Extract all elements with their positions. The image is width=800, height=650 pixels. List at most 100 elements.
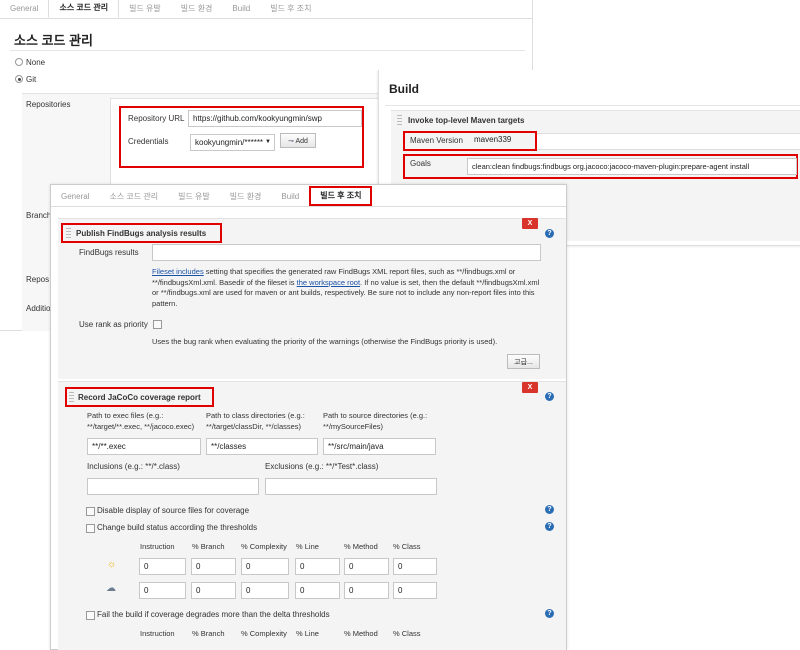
delta-header-class: % Class (393, 629, 421, 638)
exclusions-input[interactable] (265, 478, 437, 495)
delete-jacoco-button[interactable]: X (522, 382, 538, 393)
tab-build-env[interactable]: 빌드 환경 (220, 188, 272, 206)
scm-tab-bar: General 소스 코드 관리 빌드 유발 빌드 환경 Build 빌드 후 … (0, 0, 532, 19)
unhealthy-instruction-input[interactable]: 0 (139, 582, 186, 599)
exec-files-input[interactable]: **/**.exec (87, 438, 201, 455)
tab-general[interactable]: General (0, 0, 48, 18)
fileset-includes-link[interactable]: Fileset includes (152, 267, 204, 276)
unhealthy-complexity-input[interactable]: 0 (241, 582, 289, 599)
tab-post-build[interactable]: 빌드 후 조치 (309, 186, 373, 206)
threshold-header-instruction: Instruction (140, 542, 175, 551)
jacoco-title: Record JaCoCo coverage report (78, 393, 201, 402)
threshold-header-line: % Line (296, 542, 319, 551)
inclusions-label: Inclusions (e.g.: **/*.class) (87, 462, 180, 471)
unhealthy-line-input[interactable]: 0 (295, 582, 340, 599)
help-icon[interactable]: ? (545, 229, 554, 238)
repository-url-label: Repository URL (128, 114, 185, 123)
scm-none-radio[interactable] (15, 58, 23, 66)
post-build-panel: General 소스 코드 관리 빌드 유발 빌드 환경 Build 빌드 후 … (50, 184, 567, 650)
repositories-label: Repositories (26, 100, 71, 109)
healthy-class-input[interactable]: 0 (393, 558, 437, 575)
threshold-header-complexity: % Complexity (241, 542, 287, 551)
post-tab-bar: General 소스 코드 관리 빌드 유발 빌드 환경 Build 빌드 후 … (51, 186, 566, 207)
source-dirs-label: Path to source directories (e.g.: **/myS… (323, 411, 428, 431)
tab-build-triggers[interactable]: 빌드 유발 (168, 188, 220, 206)
maven-version-label: Maven Version (410, 136, 463, 145)
delete-findbugs-button[interactable]: X (522, 218, 538, 229)
change-status-label: Change build status according the thresh… (97, 523, 258, 532)
unhealthy-class-input[interactable]: 0 (393, 582, 437, 599)
goals-label: Goals (410, 159, 431, 168)
unhealthy-branch-input[interactable]: 0 (191, 582, 236, 599)
help-icon[interactable]: ? (545, 392, 554, 401)
source-dirs-input[interactable]: **/src/main/java (323, 438, 436, 455)
sun-icon: ☼ (107, 559, 117, 570)
delta-header-method: % Method (344, 629, 378, 638)
tab-post-build[interactable]: 빌드 후 조치 (260, 0, 321, 18)
add-button-label: Add (295, 138, 308, 145)
delta-header-line: % Line (296, 629, 319, 638)
healthy-method-input[interactable]: 0 (344, 558, 389, 575)
credentials-value: kookyungmin/****** (195, 138, 264, 147)
help-icon[interactable]: ? (545, 522, 554, 531)
inclusions-input[interactable] (87, 478, 259, 495)
workspace-root-link[interactable]: the workspace root (297, 278, 360, 287)
use-rank-label: Use rank as priority (79, 320, 148, 329)
disable-source-checkbox[interactable] (86, 507, 95, 516)
fail-on-degrade-checkbox[interactable] (86, 611, 95, 620)
goals-input[interactable]: clean:clean findbugs:findbugs org.jacoco… (467, 158, 797, 175)
scm-git-radio[interactable] (15, 75, 23, 83)
delta-header-branch: % Branch (192, 629, 225, 638)
credentials-select[interactable]: kookyungmin/****** ▼ (190, 134, 275, 151)
tab-source-code[interactable]: 소스 코드 관리 (99, 188, 168, 206)
key-icon: ⊸ (288, 138, 294, 145)
delta-header-complexity: % Complexity (241, 629, 287, 638)
findbugs-results-input[interactable] (152, 244, 541, 261)
scm-section-title: 소스 코드 관리 (14, 33, 93, 48)
tab-source-code[interactable]: 소스 코드 관리 (48, 0, 120, 18)
advanced-button[interactable]: 고급... (507, 354, 540, 369)
tab-build-env[interactable]: 빌드 환경 (171, 0, 223, 18)
disable-source-label: Disable display of source files for cove… (97, 506, 250, 515)
healthy-line-input[interactable]: 0 (295, 558, 340, 575)
cloud-icon: ☁ (106, 583, 116, 594)
tab-build[interactable]: Build (222, 0, 260, 18)
healthy-instruction-input[interactable]: 0 (139, 558, 186, 575)
class-dirs-label: Path to class directories (e.g.: **/targ… (206, 411, 305, 431)
findbugs-results-label: FindBugs results (79, 248, 139, 257)
fail-on-degrade-label: Fail the build if coverage degrades more… (97, 610, 330, 619)
exclusions-label: Exclusions (e.g.: **/*Test*.class) (265, 462, 379, 471)
findbugs-results-description: Fileset includes setting that specifies … (152, 267, 542, 309)
use-rank-description: Uses the bug rank when evaluating the pr… (152, 337, 498, 346)
build-section-title: Build (389, 82, 419, 96)
drag-handle-icon[interactable] (66, 228, 71, 238)
maven-step-title: Invoke top-level Maven targets (408, 116, 525, 125)
additional-behaviours-label: Additio (26, 304, 51, 313)
healthy-complexity-input[interactable]: 0 (241, 558, 289, 575)
exec-files-label: Path to exec files (e.g.: **/target/**.e… (87, 411, 195, 431)
credentials-label: Credentials (128, 137, 169, 146)
drag-handle-icon[interactable] (397, 115, 402, 125)
threshold-header-method: % Method (344, 542, 378, 551)
threshold-header-branch: % Branch (192, 542, 225, 551)
delta-header-instruction: Instruction (140, 629, 175, 638)
unhealthy-method-input[interactable]: 0 (344, 582, 389, 599)
healthy-branch-input[interactable]: 0 (191, 558, 236, 575)
help-icon[interactable]: ? (545, 505, 554, 514)
use-rank-checkbox[interactable] (153, 320, 162, 329)
chevron-down-icon: ▼ (265, 139, 271, 145)
tab-build-triggers[interactable]: 빌드 유발 (119, 0, 171, 18)
repository-url-input[interactable]: https://github.com/kookyungmin/swp (188, 110, 362, 127)
scm-git-label: Git (26, 75, 37, 84)
help-icon[interactable]: ? (545, 609, 554, 618)
repository-browser-label: Repos (26, 275, 50, 284)
change-status-checkbox[interactable] (86, 524, 95, 533)
scm-none-label: None (26, 58, 46, 67)
class-dirs-input[interactable]: **/classes (206, 438, 318, 455)
tab-general[interactable]: General (51, 188, 99, 206)
tab-build[interactable]: Build (271, 188, 309, 206)
threshold-header-class: % Class (393, 542, 421, 551)
add-credentials-button[interactable]: ⊸ Add (280, 133, 316, 148)
drag-handle-icon[interactable] (69, 392, 74, 402)
branch-label: Branch (26, 211, 52, 220)
